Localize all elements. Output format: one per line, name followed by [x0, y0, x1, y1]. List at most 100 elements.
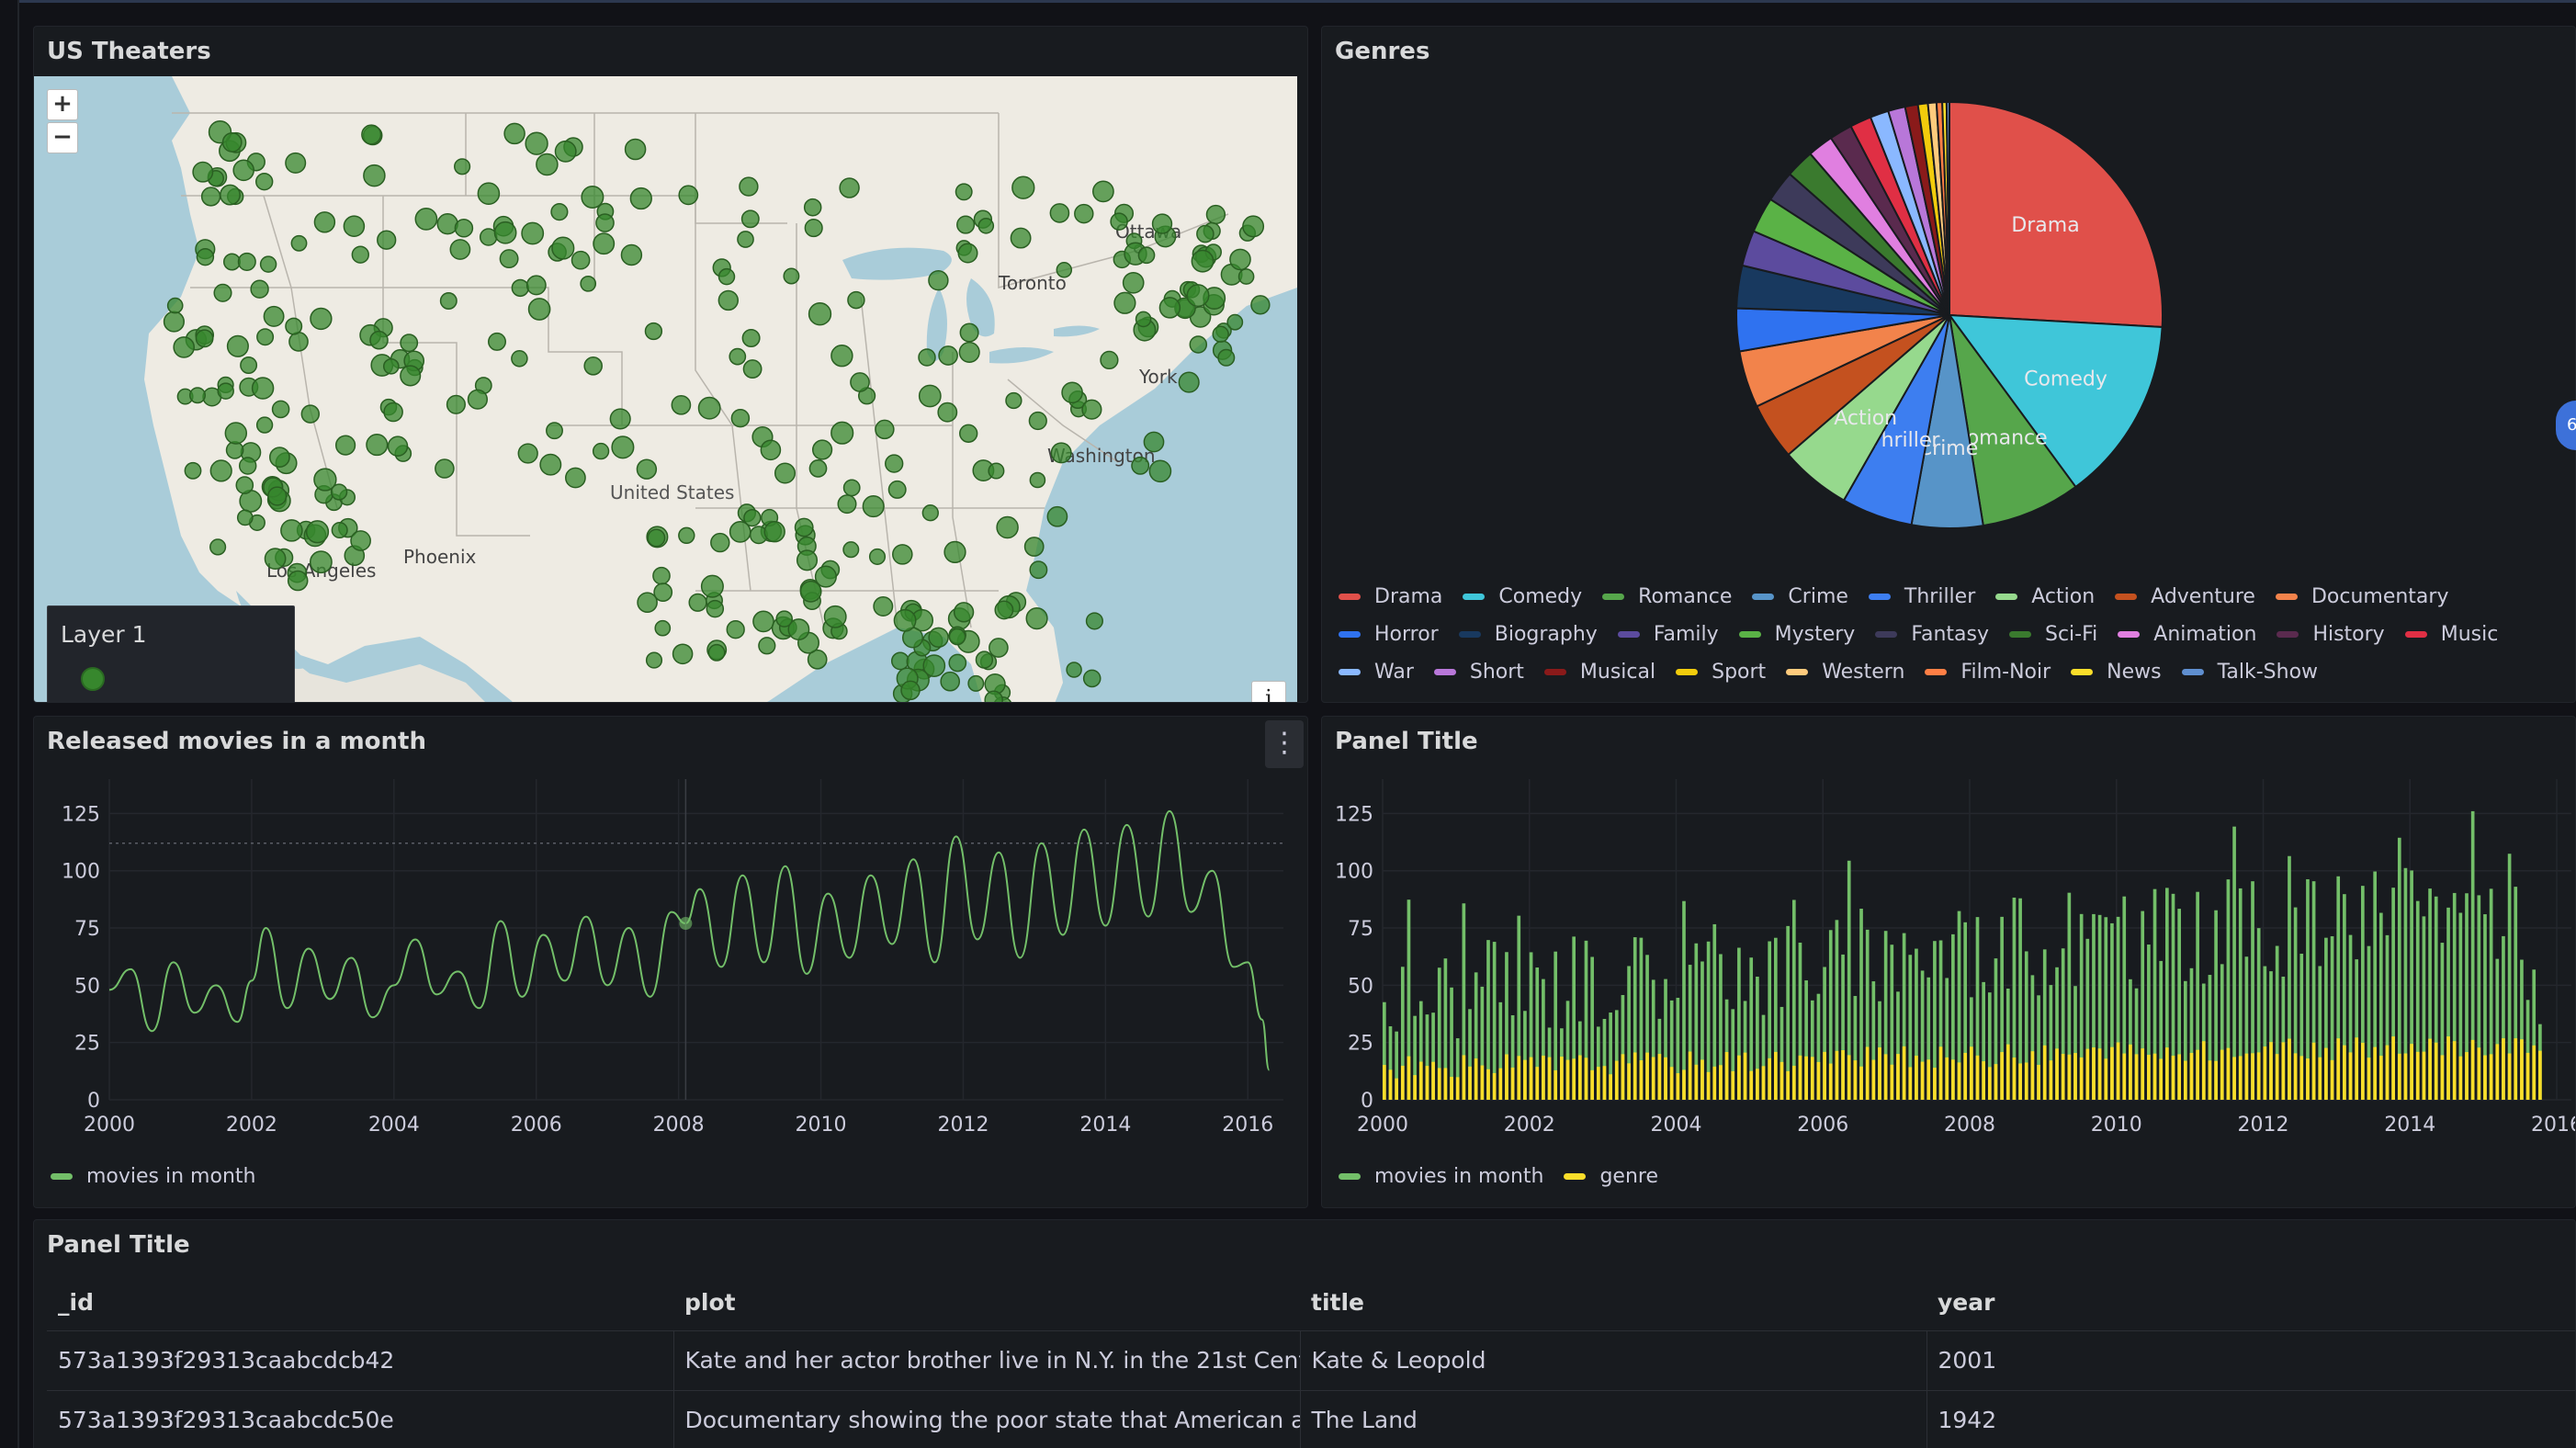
- bar-genre: [1633, 1052, 1637, 1100]
- cell-year: 2001: [1926, 1330, 2575, 1391]
- legend-item[interactable]: War: [1339, 653, 1414, 691]
- x-tick-label: 2008: [1944, 1114, 1995, 1137]
- theater-point: [794, 517, 814, 537]
- legend-swatch: [1339, 1173, 1361, 1180]
- legend-item[interactable]: Sci-Fi: [2008, 616, 2097, 653]
- theater-point: [1029, 560, 1048, 580]
- column-header-id[interactable]: _id: [47, 1275, 673, 1331]
- theater-point: [1113, 291, 1136, 314]
- theater-point: [957, 243, 978, 264]
- legend-item[interactable]: Action: [1995, 578, 2095, 616]
- genres-pie-chart[interactable]: DramaComedyRomanceCrimeThrillerAction: [1322, 76, 2576, 591]
- theater-point: [887, 480, 907, 499]
- table-row[interactable]: 573a1393f29313caabcdc50e Documentary sho…: [47, 1390, 2575, 1448]
- theater-point: [196, 247, 215, 266]
- legend-item[interactable]: Animation: [2118, 616, 2256, 653]
- bar-genre: [1614, 1060, 1619, 1100]
- legend-item[interactable]: News: [2071, 653, 2162, 691]
- legend-item[interactable]: movies in month: [51, 1158, 255, 1195]
- bar-genre: [1768, 1058, 1772, 1100]
- info-button[interactable]: i: [1251, 681, 1286, 702]
- bar-genre: [1480, 1065, 1485, 1100]
- legend-item[interactable]: movies in month: [1339, 1158, 1543, 1195]
- legend-item[interactable]: Musical: [1543, 653, 1655, 691]
- genres-legend: Drama Comedy Romance Crime Thriller Action Adv…: [1339, 578, 2570, 691]
- zoom-out-button[interactable]: −: [47, 122, 78, 153]
- legend-item[interactable]: Adventure: [2115, 578, 2255, 616]
- theater-point: [313, 211, 336, 233]
- legend-item[interactable]: Crime: [1752, 578, 1848, 616]
- theater-point: [400, 365, 422, 387]
- legend-label: Animation: [2153, 623, 2257, 646]
- legend-item[interactable]: Romance: [1602, 578, 1732, 616]
- legend-item[interactable]: Fantasy: [1875, 616, 1989, 653]
- theater-point: [477, 182, 501, 206]
- legend-label: Crime: [1788, 585, 1848, 608]
- theater-point: [1148, 459, 1172, 483]
- theater-point: [873, 596, 894, 617]
- bar-genre: [2355, 1037, 2359, 1100]
- theater-point: [868, 548, 887, 565]
- legend-item[interactable]: Comedy: [1463, 578, 1582, 616]
- theater-point: [383, 402, 403, 423]
- column-header-title[interactable]: title: [1300, 1275, 1926, 1331]
- bar-genre: [1896, 1054, 1900, 1100]
- legend-item[interactable]: genre: [1564, 1158, 1658, 1195]
- bar-genre: [2018, 1063, 2022, 1100]
- bar-genre: [1407, 1056, 1411, 1100]
- bar-genre: [1791, 1065, 1796, 1100]
- bar-genre: [1547, 1057, 1552, 1100]
- legend-label: War: [1374, 661, 1414, 684]
- legend-item[interactable]: Music: [2404, 616, 2498, 653]
- bar-genre: [2147, 1055, 2151, 1100]
- theater-point: [300, 404, 321, 424]
- bar-genre: [1486, 1069, 1490, 1100]
- theater-point: [236, 509, 254, 526]
- bar-genre: [2189, 1052, 2194, 1100]
- theater-point: [166, 297, 184, 314]
- legend-item[interactable]: Western: [1786, 653, 1904, 691]
- theater-point: [943, 540, 966, 564]
- legend-item[interactable]: Short: [1433, 653, 1524, 691]
- legend-item[interactable]: Documentary: [2275, 578, 2448, 616]
- legend-item[interactable]: Talk-Show: [2181, 653, 2318, 691]
- zoom-in-button[interactable]: +: [47, 89, 78, 120]
- theater-point: [730, 408, 751, 428]
- theater-point: [804, 219, 823, 238]
- legend-swatch: [1339, 631, 1361, 638]
- panel-menu-button[interactable]: ⋮: [1265, 720, 1304, 768]
- legend-item[interactable]: Family: [1617, 616, 1719, 653]
- legend-item[interactable]: History: [2277, 616, 2385, 653]
- theater-point: [250, 279, 269, 299]
- legend-item[interactable]: Biography: [1458, 616, 1598, 653]
- legend-item[interactable]: Drama: [1339, 578, 1442, 616]
- bar-genre: [1627, 1063, 1631, 1100]
- map-canvas[interactable]: Ottawa Toronto York Washington United St…: [34, 76, 1297, 702]
- theater-point: [580, 275, 597, 292]
- bar-genre: [1970, 1046, 1973, 1100]
- theater-point: [366, 434, 389, 457]
- theater-point: [645, 651, 663, 669]
- theater-point: [1250, 295, 1271, 315]
- legend-item[interactable]: Film-Noir: [1925, 653, 2051, 691]
- legend-item[interactable]: Mystery: [1738, 616, 1855, 653]
- theater-point: [436, 213, 458, 235]
- legend-swatch: [1458, 631, 1481, 638]
- label-new-york: York: [1138, 366, 1178, 388]
- bar-genre: [2152, 1053, 2157, 1100]
- column-header-year[interactable]: year: [1926, 1275, 2575, 1331]
- theater-point: [752, 610, 774, 633]
- movies-bar-chart[interactable]: 0 25 50 75 100 125 2000 2002 2004 2006 2008 2010 201…: [1322, 766, 2576, 1198]
- table-row[interactable]: 573a1393f29313caabcdcb42 Kate and her ac…: [47, 1330, 2575, 1391]
- column-header-plot[interactable]: plot: [673, 1275, 1300, 1331]
- legend-item[interactable]: Thriller: [1868, 578, 1975, 616]
- legend-item[interactable]: Horror: [1339, 616, 1439, 653]
- bar-genre: [1596, 1067, 1600, 1100]
- bar-genre: [2293, 1053, 2298, 1100]
- theater-point: [1196, 224, 1215, 243]
- bar-genre: [1719, 1065, 1723, 1100]
- theater-point: [511, 278, 529, 298]
- legend-item[interactable]: Sport: [1676, 653, 1766, 691]
- movies-line-chart[interactable]: 0 25 50 75 100 125 2000 2002 2004 2006 2008 2010 201…: [34, 766, 1308, 1198]
- layer-title: Layer 1: [61, 621, 147, 648]
